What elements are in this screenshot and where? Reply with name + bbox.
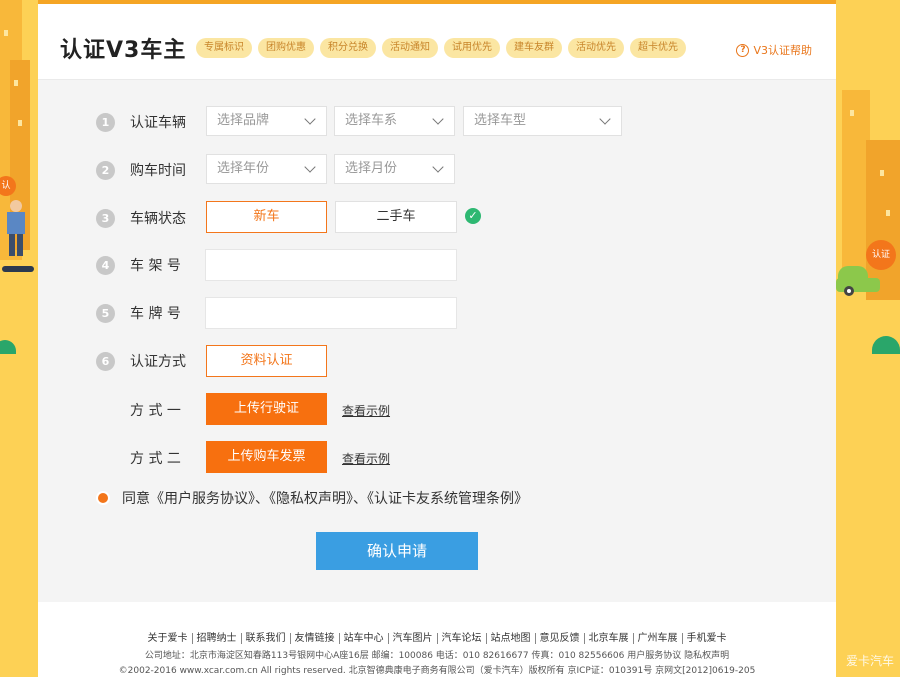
- perk-badge: 试用优先: [444, 38, 500, 58]
- chevron-down-icon: [432, 113, 444, 125]
- footer-link[interactable]: 汽车论坛: [437, 633, 487, 644]
- footer-link[interactable]: 招聘纳士: [192, 633, 242, 644]
- vin-label: 车 架 号: [130, 258, 181, 274]
- document-verify-option[interactable]: 资料认证: [206, 345, 327, 377]
- agreement-text: 同意《用户服务协议》、《隐私权声明》、《认证卡友系统管理条例》: [122, 491, 528, 507]
- footer-link[interactable]: 广州车展: [633, 633, 683, 644]
- footer-copyright: ©2002-2016 www.xcar.com.cn All rights re…: [118, 666, 756, 676]
- vin-input[interactable]: [205, 249, 457, 281]
- series-select[interactable]: 选择车系: [334, 106, 455, 136]
- skateboard: [2, 266, 34, 272]
- footer-link[interactable]: 关于爱卡: [143, 633, 193, 644]
- way1-label: 方 式 一: [130, 403, 181, 419]
- step-number: 2: [96, 160, 115, 180]
- step-number: 4: [96, 255, 115, 275]
- page-title: 认证V3车主: [60, 38, 187, 63]
- perk-badge: 超卡优先: [630, 38, 686, 58]
- step-number: 6: [96, 351, 115, 371]
- series-placeholder: 选择车系: [345, 113, 398, 128]
- step-number: 1: [96, 112, 115, 132]
- month-select[interactable]: 选择月份: [334, 154, 455, 184]
- car-figure: [836, 262, 880, 298]
- brand-placeholder: 选择品牌: [217, 113, 270, 128]
- method-row: 6 认证方式: [96, 345, 206, 377]
- plate-row: 5 车 牌 号: [96, 297, 206, 329]
- model-select[interactable]: 选择车型: [463, 106, 622, 136]
- method-label: 认证方式: [130, 354, 186, 370]
- footer: 关于爱卡 招聘纳士 联系我们 友情链接 站车中心 汽车图片 汽车论坛 站点地图 意见反馈 北京车展…: [38, 602, 836, 677]
- vehicle-label: 认证车辆: [130, 115, 186, 131]
- left-decoration: 认: [0, 0, 38, 677]
- way2-label: 方 式 二: [130, 451, 181, 467]
- perk-badge: 专属标识: [196, 38, 252, 58]
- vehicle-row: 1 认证车辆: [96, 106, 206, 138]
- submit-button[interactable]: 确认申请: [316, 532, 478, 570]
- purchase-time-label: 购车时间: [130, 163, 186, 179]
- step-number: 5: [96, 303, 115, 323]
- perk-badge: 积分兑换: [320, 38, 376, 58]
- header-bar: 认证V3车主 专属标识 团购优惠 积分兑换 活动通知 试用优先 建车友群 活动优…: [38, 0, 836, 80]
- vehicle-status-label: 车辆状态: [130, 211, 186, 227]
- view-example-link[interactable]: 查看示例: [342, 402, 390, 419]
- brand-select[interactable]: 选择品牌: [206, 106, 327, 136]
- footer-address: 公司地址：北京市海淀区知春路113号银网中心A座16层 邮编：100086 电话…: [144, 651, 730, 661]
- footer-link[interactable]: 站点地图: [486, 633, 536, 644]
- perk-badge: 建车友群: [506, 38, 562, 58]
- watermark: 爱卡汽车: [845, 654, 894, 668]
- month-placeholder: 选择月份: [345, 161, 398, 176]
- plate-label: 车 牌 号: [130, 306, 181, 322]
- footer-link[interactable]: 汽车图片: [388, 633, 438, 644]
- chevron-down-icon: [432, 161, 444, 173]
- year-select[interactable]: 选择年份: [206, 154, 327, 184]
- upload-license-button[interactable]: 上传行驶证: [206, 393, 327, 425]
- bush: [0, 340, 16, 354]
- footer-link[interactable]: 友情链接: [290, 633, 340, 644]
- perk-badge: 活动通知: [382, 38, 438, 58]
- vehicle-status-row: 3 车辆状态: [96, 202, 206, 234]
- purchase-time-row: 2 购车时间: [96, 154, 206, 186]
- used-car-option[interactable]: 二手车: [335, 201, 457, 233]
- footer-link[interactable]: 站车中心: [339, 633, 389, 644]
- footer-link[interactable]: 意见反馈: [535, 633, 585, 644]
- chevron-down-icon: [599, 113, 611, 125]
- footer-link[interactable]: 联系我们: [241, 633, 291, 644]
- year-placeholder: 选择年份: [217, 161, 270, 176]
- right-decoration: 认证: [836, 0, 900, 677]
- agreement-radio[interactable]: [98, 493, 108, 503]
- help-label: V3认证帮助: [753, 44, 812, 57]
- verification-card: 认证V3车主 专属标识 团购优惠 积分兑换 活动通知 试用优先 建车友群 活动优…: [38, 0, 836, 677]
- footer-links: 关于爱卡 招聘纳士 联系我们 友情链接 站车中心 汽车图片 汽车论坛 站点地图 意见反馈 北京车展…: [38, 629, 836, 644]
- person-figure: [4, 200, 28, 258]
- upload-invoice-button[interactable]: 上传购车发票: [206, 441, 327, 473]
- model-placeholder: 选择车型: [474, 113, 527, 128]
- chevron-down-icon: [304, 113, 316, 125]
- perk-badge: 活动优先: [568, 38, 624, 58]
- new-car-option[interactable]: 新车: [206, 201, 327, 233]
- view-example-link[interactable]: 查看示例: [342, 450, 390, 467]
- help-link[interactable]: ? V3认证帮助: [736, 42, 812, 58]
- perk-badge: 团购优惠: [258, 38, 314, 58]
- perk-badges: 专属标识 团购优惠 积分兑换 活动通知 试用优先 建车友群 活动优先 超卡优先: [196, 38, 692, 58]
- footer-link[interactable]: 手机爱卡: [683, 633, 731, 644]
- vin-row: 4 车 架 号: [96, 249, 206, 281]
- chevron-down-icon: [304, 161, 316, 173]
- footer-link[interactable]: 北京车展: [584, 633, 634, 644]
- agreement[interactable]: 同意《用户服务协议》、《隐私权声明》、《认证卡友系统管理条例》: [98, 488, 528, 508]
- step-number: 3: [96, 208, 115, 228]
- question-icon: ?: [736, 43, 750, 57]
- plate-input[interactable]: [205, 297, 457, 329]
- check-circle-icon: ✓: [465, 208, 481, 224]
- bush-right: [872, 336, 900, 354]
